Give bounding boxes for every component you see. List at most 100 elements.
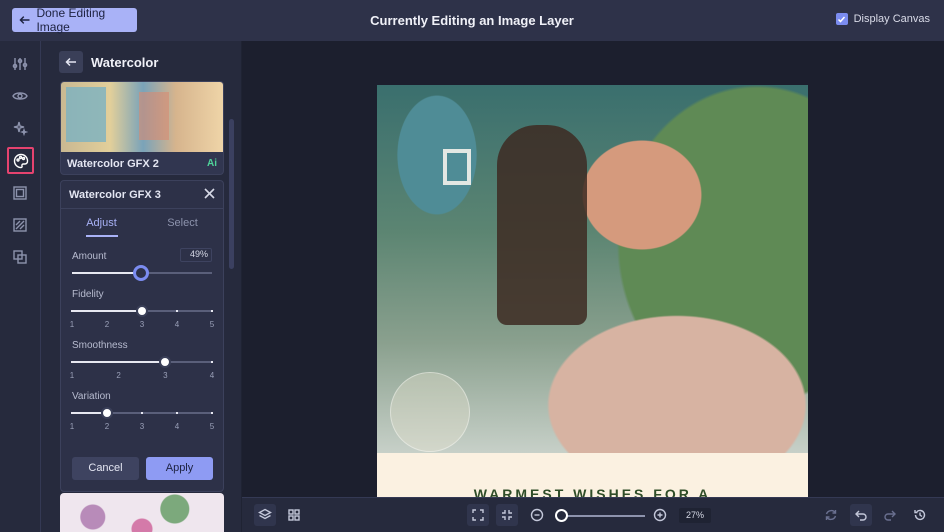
- effects-panel: Watercolor Watercolor GFX 2 Ai Watercolo…: [41, 41, 241, 532]
- palette-icon[interactable]: [7, 147, 34, 174]
- grid-button[interactable]: [283, 504, 305, 526]
- fidelity-tick-label: 4: [174, 320, 180, 329]
- smoothness-slider-thumb[interactable]: [159, 356, 172, 368]
- smoothness-tick: [211, 361, 213, 363]
- smoothness-slider[interactable]: [71, 356, 213, 368]
- eye-icon[interactable]: [9, 85, 31, 107]
- preset-name: Watercolor GFX 2: [67, 158, 159, 170]
- variation-tick-label: 4: [174, 422, 180, 431]
- smoothness-tick: [71, 361, 73, 363]
- page-title: Currently Editing an Image Layer: [370, 13, 574, 28]
- fidelity-tick: [71, 310, 73, 312]
- fit-screen-button[interactable]: [467, 504, 489, 526]
- redo-icon: [884, 510, 896, 521]
- variation-slider[interactable]: [71, 407, 213, 419]
- zoom-slider[interactable]: [560, 515, 645, 517]
- fidelity-tick-label: 1: [69, 320, 75, 329]
- zoom-slider-thumb[interactable]: [555, 509, 568, 522]
- smoothness-tick-label: 2: [116, 371, 121, 380]
- display-canvas-label: Display Canvas: [853, 13, 930, 25]
- tool-rail: [0, 41, 41, 532]
- mask-icon[interactable]: [9, 214, 31, 236]
- variation-slider-group: Variation 1 2 3 4 5: [70, 391, 214, 431]
- sparkle-icon[interactable]: [9, 117, 31, 139]
- grid-icon: [288, 509, 300, 521]
- fidelity-tick-label: 3: [139, 320, 145, 329]
- shrink-button[interactable]: [496, 504, 518, 526]
- tab-select[interactable]: Select: [142, 209, 223, 239]
- adjust-card-title: Watercolor GFX 3: [69, 188, 161, 201]
- cancel-button[interactable]: Cancel: [72, 457, 139, 480]
- variation-tick: [71, 412, 73, 414]
- fidelity-label: Fidelity: [72, 289, 104, 300]
- variation-tick: [141, 412, 143, 414]
- rotate-button[interactable]: [820, 504, 842, 526]
- poster-text-area[interactable]: WARMEST WISHES FOR A: [377, 453, 808, 497]
- layers-icon: [258, 508, 272, 520]
- amount-slider[interactable]: [72, 265, 212, 281]
- tab-adjust[interactable]: Adjust: [61, 209, 142, 239]
- photo-window: [443, 149, 471, 185]
- zoom-in-button[interactable]: [649, 504, 671, 526]
- smoothness-tick-label: 3: [163, 371, 168, 380]
- selection-circle-handle[interactable]: [390, 372, 470, 452]
- panel-scrollbar[interactable]: [229, 119, 234, 269]
- back-button[interactable]: [59, 51, 83, 73]
- frame-icon[interactable]: [9, 182, 31, 204]
- canvas-area[interactable]: WARMEST WISHES FOR A: [242, 41, 944, 497]
- adjust-card: Watercolor GFX 3 Adjust Select Amount 49…: [60, 180, 224, 492]
- panel-title: Watercolor: [91, 54, 159, 70]
- smoothness-slider-group: Smoothness 1 2 3 4: [70, 340, 214, 380]
- history-icon: [914, 509, 926, 521]
- fidelity-slider[interactable]: [71, 305, 213, 317]
- amount-slider-thumb[interactable]: [132, 265, 149, 281]
- variation-tick-label: 3: [139, 422, 145, 431]
- zoom-out-button[interactable]: [526, 504, 548, 526]
- fidelity-tick: [176, 310, 178, 312]
- undo-icon: [855, 510, 867, 521]
- close-button[interactable]: [204, 186, 215, 204]
- fidelity-slider-group: Fidelity 1 2 3 4 5: [70, 289, 214, 329]
- redo-button[interactable]: [879, 504, 901, 526]
- zoom-value-field[interactable]: 27%: [679, 508, 711, 523]
- zoom-out-icon: [530, 508, 544, 522]
- amount-value-field[interactable]: 49%: [180, 248, 212, 262]
- photo-subject: [497, 125, 587, 325]
- variation-tick: [176, 412, 178, 414]
- smoothness-label: Smoothness: [72, 340, 128, 351]
- close-icon: [204, 187, 215, 199]
- collapse-icon: [502, 510, 512, 520]
- display-canvas-checkbox[interactable]: [835, 13, 848, 25]
- preset-thumbnail: [61, 82, 223, 152]
- apply-button[interactable]: Apply: [146, 457, 213, 480]
- smoothness-tick-label: 1: [69, 371, 75, 380]
- check-icon: [838, 16, 846, 23]
- preset-watercolor-gfx-2[interactable]: Watercolor GFX 2 Ai: [60, 81, 224, 175]
- variation-label: Variation: [72, 391, 111, 402]
- fidelity-tick: [211, 310, 213, 312]
- top-bar: Done Editing Image Currently Editing an …: [0, 0, 944, 41]
- layers-button[interactable]: [254, 504, 276, 526]
- undo-button[interactable]: [850, 504, 872, 526]
- display-canvas-toggle[interactable]: Display Canvas: [835, 13, 930, 25]
- adjust-sliders-icon[interactable]: [9, 53, 31, 75]
- zoom-in-icon: [653, 508, 667, 522]
- variation-slider-thumb[interactable]: [101, 407, 113, 419]
- smoothness-tick: [117, 361, 120, 363]
- fidelity-slider-thumb[interactable]: [136, 305, 148, 317]
- fidelity-tick-label: 2: [104, 320, 110, 329]
- variation-tick-label: 2: [104, 422, 110, 431]
- bottom-toolbar: 27%: [242, 497, 944, 532]
- panel-header: Watercolor: [59, 51, 158, 73]
- ai-badge: Ai: [207, 158, 217, 169]
- layers-overlap-icon[interactable]: [9, 246, 31, 268]
- history-button[interactable]: [909, 504, 931, 526]
- refresh-icon: [825, 509, 837, 521]
- preset-floral-thumbnail[interactable]: [60, 493, 224, 532]
- adjust-tabs: Adjust Select: [61, 209, 223, 239]
- variation-tick-label: 1: [69, 422, 75, 431]
- fidelity-tick-label: 5: [209, 320, 215, 329]
- fidelity-tick: [106, 310, 108, 312]
- adjust-card-header: Watercolor GFX 3: [61, 181, 223, 209]
- variation-tick-label: 5: [209, 422, 215, 431]
